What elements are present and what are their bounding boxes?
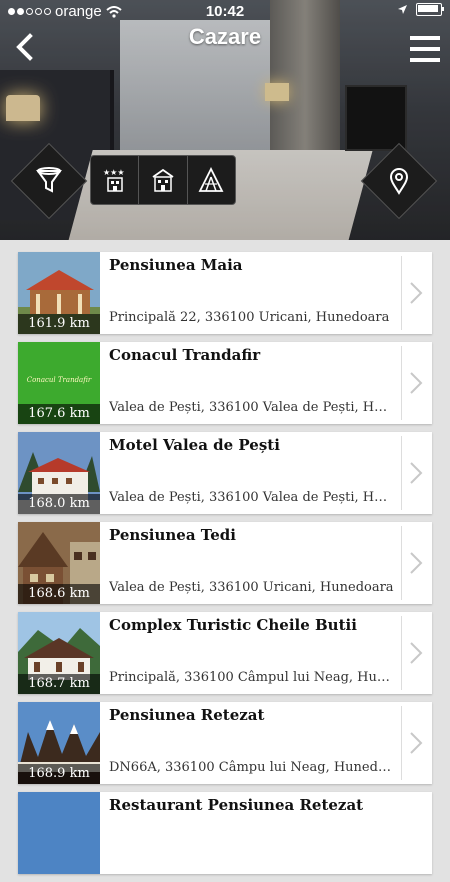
listing-name: Pensiunea Retezat [109, 706, 265, 724]
accommodation-list: 161.9 km Pensiunea Maia Principală 22, 3… [18, 252, 432, 882]
distance-label: 168.6 km [18, 584, 100, 604]
svg-text:★★★: ★★★ [103, 168, 125, 177]
list-item[interactable]: Conacul Trandafir 167.6 km Conacul Trand… [18, 342, 432, 424]
listing-thumbnail: Conacul Trandafir 167.6 km [18, 342, 100, 424]
listing-thumbnail: 168.6 km [18, 522, 100, 604]
distance-label: 167.6 km [18, 404, 100, 424]
clock: 10:42 [205, 3, 245, 20]
category-selector: ★★★ [90, 155, 236, 205]
list-item[interactable]: 168.0 km Motel Valea de Pești Valea de P… [18, 432, 432, 514]
battery-icon [416, 3, 444, 16]
chevron-right-icon [410, 282, 423, 304]
list-item[interactable]: 161.9 km Pensiunea Maia Principală 22, 3… [18, 252, 432, 334]
list-item[interactable]: 168.9 km Pensiunea Retezat DN66A, 336100… [18, 702, 432, 784]
distance-label: 168.9 km [18, 764, 100, 784]
distance-label: 168.7 km [18, 674, 100, 694]
listing-address: Principală 22, 336100 Uricani, Hunedoara [109, 310, 390, 325]
listing-name: Conacul Trandafir [109, 346, 261, 364]
chevron-right-icon [410, 732, 423, 754]
distance-label: 161.9 km [18, 314, 100, 334]
listing-thumbnail: 168.7 km [18, 612, 100, 694]
listing-thumbnail [18, 792, 100, 874]
listing-thumbnail: 161.9 km [18, 252, 100, 334]
hotel-stars-icon: ★★★ [103, 168, 125, 192]
listing-name: Restaurant Pensiunea Retezat [109, 796, 364, 814]
category-guesthouse[interactable] [139, 156, 188, 204]
distance-label: 168.0 km [18, 494, 100, 514]
listing-name: Pensiunea Maia [109, 256, 243, 274]
thumbnail-caption: Conacul Trandafir [26, 376, 92, 384]
listing-name: Complex Turistic Cheile Butii [109, 616, 357, 634]
chevron-right-icon [410, 552, 423, 574]
listing-thumbnail: 168.0 km [18, 432, 100, 514]
location-arrow-icon [398, 5, 407, 14]
listing-address: DN66A, 336100 Câmpu lui Neag, Hunedoara [109, 760, 395, 775]
guesthouse-icon [152, 168, 174, 192]
chevron-right-icon [410, 462, 423, 484]
listing-address: Valea de Pești, 336100 Uricani, Hunedoar… [109, 580, 394, 595]
category-camping[interactable] [188, 156, 235, 204]
page-title: Cazare [188, 24, 262, 49]
listing-address: Valea de Pești, 336100 Valea de Pești, H… [109, 400, 395, 415]
nav-bar: Cazare [0, 24, 450, 70]
map-pin-icon [389, 168, 409, 195]
tent-icon [198, 167, 224, 192]
chevron-right-icon [410, 372, 423, 394]
list-item[interactable]: Restaurant Pensiunea Retezat [18, 792, 432, 874]
listing-name: Motel Valea de Pești [109, 436, 280, 454]
listing-thumbnail: 168.9 km [18, 702, 100, 784]
listing-name: Pensiunea Tedi [109, 526, 236, 544]
status-bar: orange 10:42 [0, 0, 450, 24]
hamburger-menu-icon[interactable] [410, 34, 440, 64]
chevron-right-icon [410, 642, 423, 664]
filter-funnel-icon [36, 167, 62, 193]
list-item[interactable]: 168.7 km Complex Turistic Cheile Butii P… [18, 612, 432, 694]
category-hotel[interactable]: ★★★ [91, 156, 140, 204]
listing-address: Valea de Pești, 336100 Valea de Pești, H… [109, 490, 395, 505]
listing-address: Principală, 336100 Câmpul lui Neag, Hune… [109, 670, 395, 685]
list-item[interactable]: 168.6 km Pensiunea Tedi Valea de Pești, … [18, 522, 432, 604]
